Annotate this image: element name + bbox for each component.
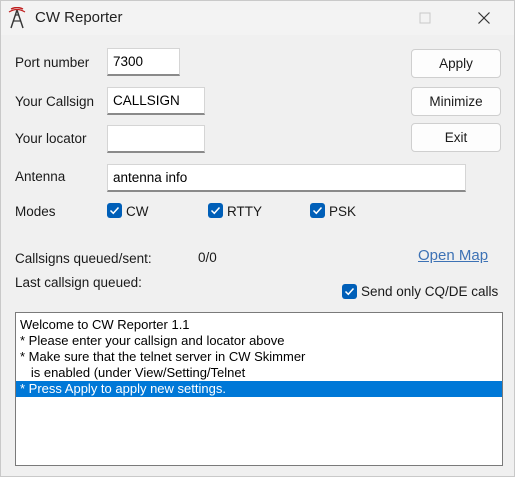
log-line[interactable]: * Please enter your callsign and locator…: [16, 333, 502, 349]
callsigns-queued-sent-value: 0/0: [198, 250, 217, 265]
cw-checkbox-label[interactable]: CW: [126, 204, 149, 219]
callsigns-queued-sent-label: Callsigns queued/sent:: [15, 251, 152, 266]
exit-button[interactable]: Exit: [411, 123, 501, 152]
rtty-checkbox[interactable]: [208, 203, 223, 218]
antenna-label: Antenna: [15, 169, 66, 184]
title-bar: CW Reporter: [1, 1, 514, 35]
psk-checkbox[interactable]: [310, 203, 325, 218]
open-map-link[interactable]: Open Map: [418, 247, 488, 264]
callsign-label: Your Callsign: [15, 94, 95, 109]
log-line[interactable]: is enabled (under View/Setting/Telnet: [16, 365, 502, 381]
checkmark-icon: [312, 206, 323, 215]
maximize-icon: [419, 12, 431, 24]
cw-checkbox[interactable]: [107, 203, 122, 218]
log-line-selected[interactable]: * Press Apply to apply new settings.: [16, 381, 502, 397]
antenna-icon: [8, 7, 26, 29]
port-number-input[interactable]: [107, 48, 180, 76]
rtty-checkbox-label[interactable]: RTTY: [227, 204, 262, 219]
last-callsign-queued-label: Last callsign queued:: [15, 275, 142, 290]
close-button[interactable]: [462, 1, 508, 35]
maximize-button[interactable]: [403, 1, 449, 35]
log-line[interactable]: Welcome to CW Reporter 1.1: [16, 317, 502, 333]
locator-input[interactable]: [107, 125, 205, 153]
checkmark-icon: [109, 206, 120, 215]
apply-button[interactable]: Apply: [411, 49, 501, 78]
checkmark-icon: [344, 287, 355, 296]
port-number-label: Port number: [15, 55, 90, 70]
psk-checkbox-label[interactable]: PSK: [329, 204, 356, 219]
send-only-cq-de-label[interactable]: Send only CQ/DE calls: [361, 284, 498, 299]
modes-label: Modes: [15, 204, 56, 219]
cw-reporter-window: CW Reporter Port number Your Callsign Yo…: [0, 0, 515, 477]
minimize-button[interactable]: Minimize: [411, 87, 501, 116]
log-line[interactable]: * Make sure that the telnet server in CW…: [16, 349, 502, 365]
callsign-input[interactable]: [107, 87, 205, 115]
close-icon: [478, 12, 490, 24]
window-title: CW Reporter: [35, 9, 123, 26]
antenna-input[interactable]: [107, 164, 466, 192]
checkmark-icon: [210, 206, 221, 215]
log-listbox[interactable]: Welcome to CW Reporter 1.1 * Please ente…: [15, 312, 503, 466]
send-only-cq-de-checkbox[interactable]: [342, 284, 357, 299]
locator-label: Your locator: [15, 131, 87, 146]
